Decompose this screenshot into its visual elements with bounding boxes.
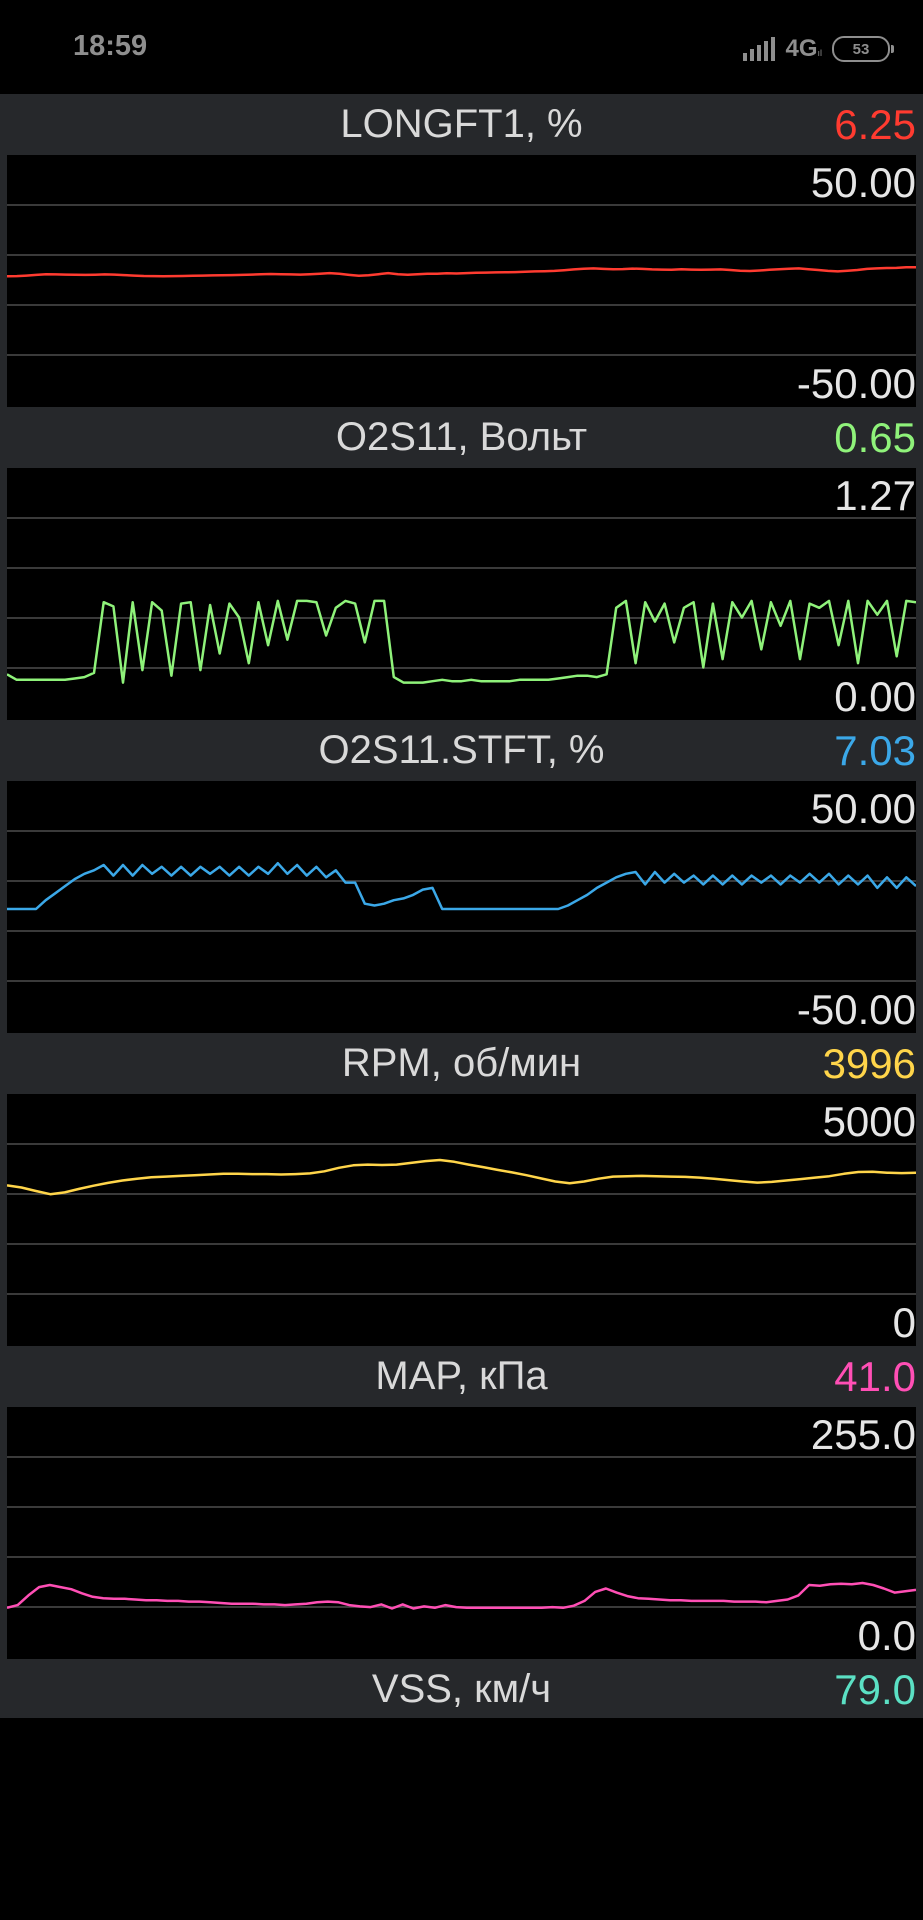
panel-header-vss[interactable]: VSS, км/ч 79.0: [0, 1659, 923, 1718]
graph-canvas: [7, 1407, 916, 1659]
status-time: 18:59: [73, 30, 148, 62]
y-min-label: -50.00: [796, 360, 916, 407]
y-min-label: 0.00: [834, 673, 916, 720]
status-bar: 18:59 4Gıl 53: [0, 0, 923, 94]
panel-value: 41.0: [834, 1353, 916, 1400]
battery-icon: 53: [832, 36, 894, 62]
y-min-label: 0: [892, 1299, 916, 1346]
panel-value: 7.03: [834, 727, 916, 774]
panel-value: 6.25: [834, 101, 916, 148]
graph-background: [7, 1094, 916, 1346]
graph-canvas: [7, 1094, 916, 1346]
y-max-label: 1.27: [834, 472, 916, 519]
panel-graph-map[interactable]: 255.0 0.0: [0, 1407, 923, 1659]
panel-title: O2S11.STFT, %: [318, 728, 605, 772]
signal-icon: [743, 37, 776, 61]
graph-canvas: [7, 468, 916, 720]
panel-header-longft1[interactable]: LONGFT1, % 6.25: [0, 94, 923, 155]
panel-graph-o2s11[interactable]: 1.27 0.00: [0, 468, 923, 720]
panel-header-stft[interactable]: O2S11.STFT, % 7.03: [0, 720, 923, 781]
y-max-label: 5000: [822, 1098, 916, 1145]
panel-title: VSS, км/ч: [371, 1667, 552, 1711]
panel-header-rpm[interactable]: RPM, об/мин 3996: [0, 1033, 923, 1094]
network-sub-icon: ıl: [817, 48, 823, 58]
graph-background: [7, 1407, 916, 1659]
y-min-label: 0.0: [857, 1612, 916, 1659]
panel-header-map[interactable]: MAP, кПа 41.0: [0, 1346, 923, 1407]
y-min-label: -50.00: [796, 986, 916, 1033]
panel-value: 79.0: [834, 1666, 916, 1713]
panel-value: 0.65: [834, 414, 916, 461]
panel-title: RPM, об/мин: [341, 1041, 582, 1085]
panel-title: LONGFT1, %: [340, 102, 583, 146]
graph-canvas: [7, 155, 916, 407]
panel-value: 3996: [822, 1040, 916, 1087]
panel-title: O2S11, Вольт: [335, 415, 588, 459]
y-max-label: 50.00: [810, 785, 916, 832]
y-max-label: 50.00: [810, 159, 916, 206]
network-type: 4Gıl: [785, 35, 822, 63]
network-label: 4G: [785, 35, 818, 62]
panel-title: MAP, кПа: [375, 1354, 548, 1398]
y-max-label: 255.0: [810, 1411, 916, 1458]
graph-background: [7, 155, 916, 407]
panel-graph-longft1[interactable]: 50.00 -50.00: [0, 155, 923, 407]
panel-graph-rpm[interactable]: 5000 0: [0, 1094, 923, 1346]
graph-canvas: [7, 781, 916, 1033]
battery-level: 53: [852, 40, 870, 58]
panel-header-o2s11[interactable]: O2S11, Вольт 0.65: [0, 407, 923, 468]
graph-background: [7, 781, 916, 1033]
panel-graph-stft[interactable]: 50.00 -50.00: [0, 781, 923, 1033]
